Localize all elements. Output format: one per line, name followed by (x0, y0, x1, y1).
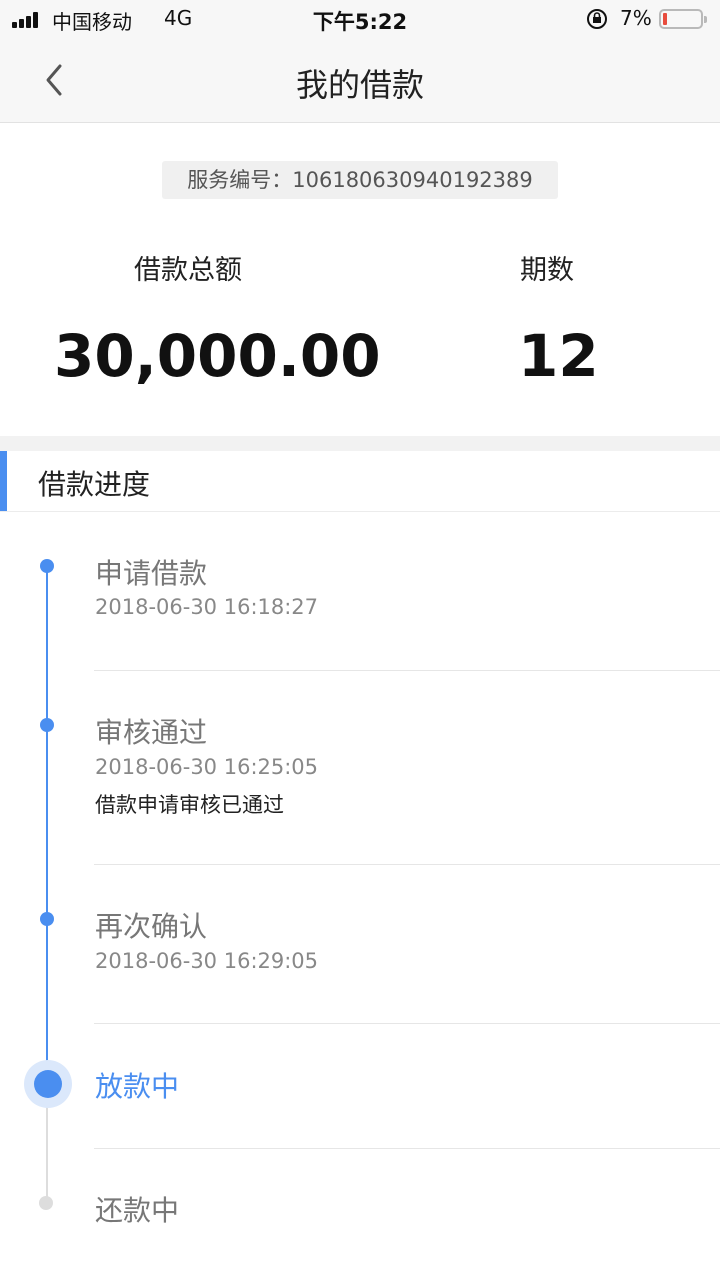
section-title: 借款进度 (38, 468, 151, 501)
timeline-dot-current (34, 1070, 62, 1098)
loan-amount-label: 借款总额 (134, 255, 242, 286)
step-note: 借款申请审核已通过 (95, 793, 284, 817)
timeline-line-done (46, 566, 48, 1084)
progress-section-header: 借款进度 (0, 451, 720, 512)
nav-bar: 我的借款 (0, 40, 720, 123)
section-accent-bar (0, 451, 7, 511)
step-time: 2018-06-30 16:25:05 (95, 755, 319, 779)
timeline-dot (40, 718, 54, 732)
status-time: 下午5:22 (312, 10, 408, 34)
step-divider (94, 1148, 720, 1149)
rotation-lock-icon (587, 9, 607, 29)
step-title: 审核通过 (95, 716, 208, 749)
loan-amount-value: 30,000.00 (54, 322, 381, 390)
step-divider (94, 1023, 720, 1024)
step-time: 2018-06-30 16:29:05 (95, 949, 319, 973)
step-divider (94, 670, 720, 671)
step-divider (94, 864, 720, 865)
step-title-current: 放款中 (95, 1070, 180, 1103)
timeline-dot (40, 912, 54, 926)
status-bar: 中国移动 4G 下午5:22 7% (0, 0, 720, 40)
page-title: 我的借款 (295, 66, 424, 104)
step-title: 申请借款 (95, 557, 208, 590)
battery-percent: 7% (620, 6, 652, 30)
service-number: 服务编号：106180630940192389 (162, 161, 558, 199)
terms-value: 12 (518, 322, 599, 390)
step-title: 再次确认 (95, 910, 208, 943)
terms-label: 期数 (520, 255, 574, 286)
step-title: 还款中 (95, 1194, 180, 1227)
section-divider (0, 436, 720, 451)
timeline-dot (40, 559, 54, 573)
step-time: 2018-06-30 16:18:27 (95, 595, 319, 619)
timeline-dot-pending (39, 1196, 53, 1210)
battery-icon (659, 9, 707, 29)
